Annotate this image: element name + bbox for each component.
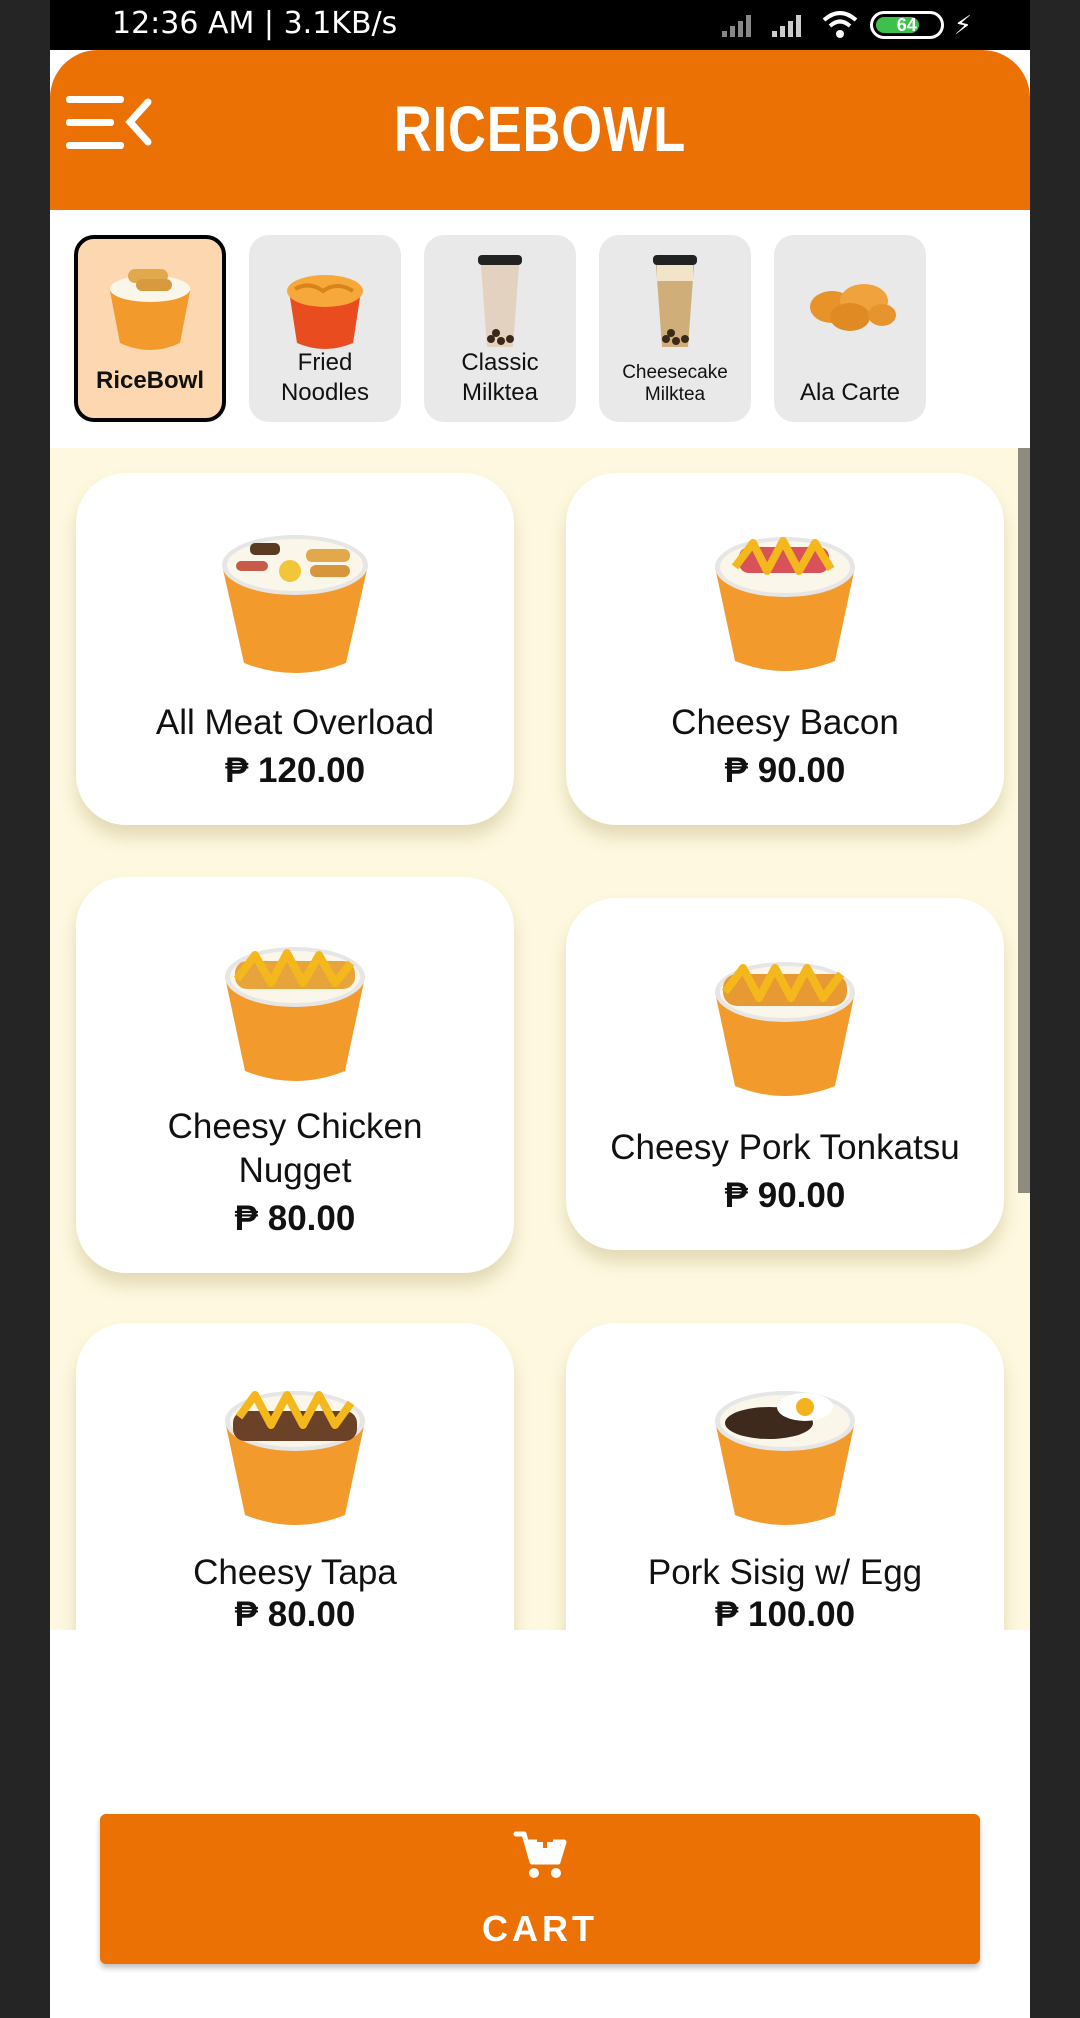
rice-bowl-image <box>715 962 855 1096</box>
category-fried-noodles[interactable]: Fried Noodles <box>249 235 401 422</box>
cart-label: CART <box>482 1908 598 1949</box>
item-name: All Meat Overload <box>155 703 435 742</box>
noodles-icon <box>287 275 363 349</box>
item-price: ₱ 80.00 <box>234 1199 356 1238</box>
milktea-icon <box>478 255 522 347</box>
category-bar: RiceBowl Fried Noodles Classic Milktea C… <box>50 210 1030 448</box>
app-header: RICEBOWL <box>50 50 1030 210</box>
category-classic-milktea[interactable]: Classic Milktea <box>424 235 576 422</box>
menu-item-card[interactable]: All Meat Overload ₱ 120.00 <box>76 473 514 825</box>
item-name: Cheesy Pork Tonkatsu <box>610 1128 960 1167</box>
cart-icon <box>513 1831 567 1878</box>
item-price: ₱ 100.00 <box>714 1595 856 1630</box>
item-price: ₱ 90.00 <box>724 751 846 790</box>
category-label: Classic Milktea <box>461 349 539 406</box>
item-price: ₱ 90.00 <box>724 1176 846 1215</box>
charging-icon: ⚡ <box>953 9 972 40</box>
app-screen: RICEBOWL RiceBowl Fried Noodles Classic … <box>50 50 1030 2018</box>
signal-icon <box>721 15 751 37</box>
ricebowl-icon <box>110 269 190 350</box>
battery-icon: 64 <box>869 11 944 39</box>
menu-item-card[interactable]: Cheesy Pork Tonkatsu ₱ 90.00 <box>566 898 1004 1250</box>
status-icons: 64 ⚡ <box>720 6 972 44</box>
category-label: Cheesecake Milktea <box>622 362 728 405</box>
category-label: Ala Carte <box>799 379 901 406</box>
rice-bowl-image <box>225 947 365 1081</box>
item-price: ₱ 120.00 <box>224 751 366 790</box>
menu-item-card[interactable]: Cheesy Chicken Nugget ₱ 80.00 <box>76 877 514 1273</box>
scrollbar[interactable] <box>1018 448 1030 1193</box>
category-label: Fried Noodles <box>280 349 370 406</box>
item-price: ₱ 80.00 <box>234 1595 356 1630</box>
status-bar: 12:36 AM | 3.1KB/s 64 ⚡ <box>50 0 1030 50</box>
category-ricebowl[interactable]: RiceBowl <box>74 235 226 422</box>
item-name: Cheesy Chicken Nugget <box>167 1107 423 1190</box>
category-cheesecake-milktea[interactable]: Cheesecake Milktea <box>599 235 751 422</box>
rice-bowl-image <box>715 537 855 671</box>
menu-item-card[interactable]: Cheesy Bacon ₱ 90.00 <box>566 473 1004 825</box>
rice-bowl-image <box>715 1391 855 1525</box>
item-name: Pork Sisig w/ Egg <box>647 1553 923 1592</box>
cheesecake-milktea-icon <box>653 255 697 347</box>
page-title: RICEBOWL <box>393 93 687 165</box>
nuggets-icon <box>810 284 896 331</box>
rice-bowl-image <box>225 1391 365 1525</box>
menu-grid: All Meat Overload ₱ 120.00 Cheesy Bacon … <box>50 448 1030 1630</box>
menu-item-card[interactable]: Cheesy Tapa ₱ 80.00 <box>76 1323 514 1630</box>
rice-bowl-image <box>222 535 368 673</box>
wifi-icon <box>822 11 858 38</box>
status-time: 12:36 AM | 3.1KB/s <box>112 6 398 41</box>
cart-button[interactable]: CART <box>100 1814 980 1964</box>
signal-icon-2 <box>771 15 801 37</box>
battery-level: 64 <box>896 15 917 35</box>
item-name: Cheesy Tapa <box>193 1553 397 1592</box>
category-ala-carte[interactable]: Ala Carte <box>774 235 926 422</box>
item-name: Cheesy Bacon <box>671 703 899 742</box>
category-label: RiceBowl <box>95 367 205 394</box>
menu-item-card[interactable]: Pork Sisig w/ Egg ₱ 100.00 <box>566 1323 1004 1630</box>
